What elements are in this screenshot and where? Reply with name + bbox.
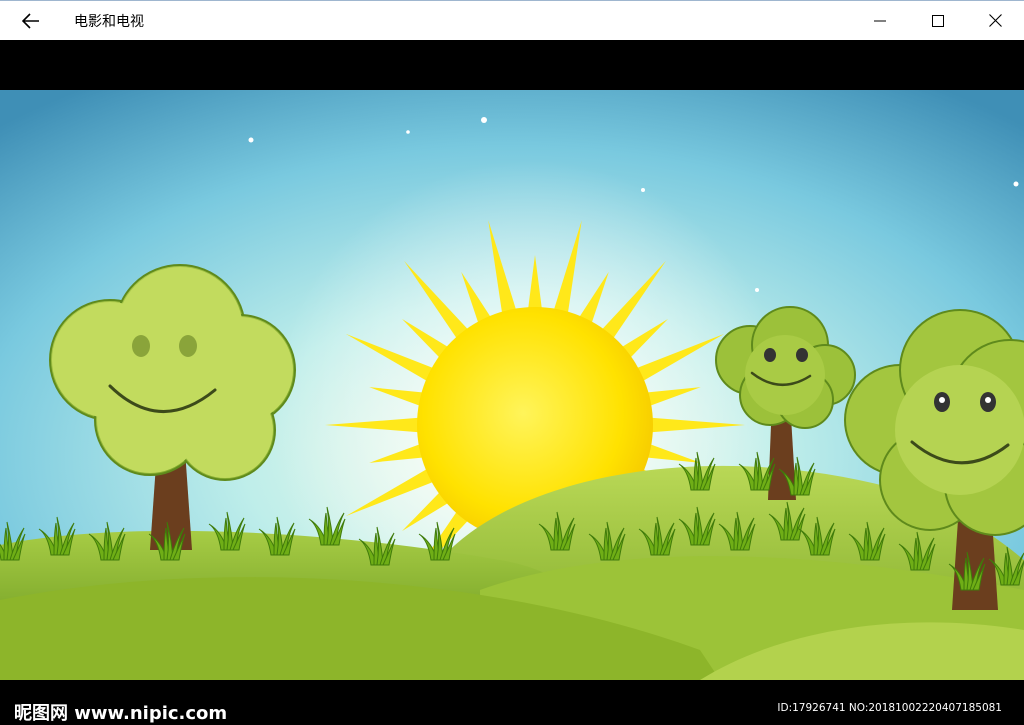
close-button[interactable] [972,1,1018,40]
watermark-site: 昵图网 www.nipic.com [14,703,228,724]
minimize-icon [874,20,886,21]
close-icon [988,14,1002,27]
back-arrow-icon [22,12,39,29]
minimize-button[interactable] [857,1,903,40]
maximize-button[interactable] [915,1,961,40]
title-bar: 电影和电视 [0,0,1024,40]
window-title: 电影和电视 [74,14,144,30]
video-player[interactable]: 昵图网 www.nipic.com ID:17926741 NO:2018100… [0,40,1024,724]
maximize-icon [932,14,944,27]
video-frame [0,90,1024,680]
back-button[interactable] [8,1,54,40]
watermark-id: ID:17926741 NO:20181002220407185081 [777,702,1002,714]
cartoon-scene [0,90,1024,680]
